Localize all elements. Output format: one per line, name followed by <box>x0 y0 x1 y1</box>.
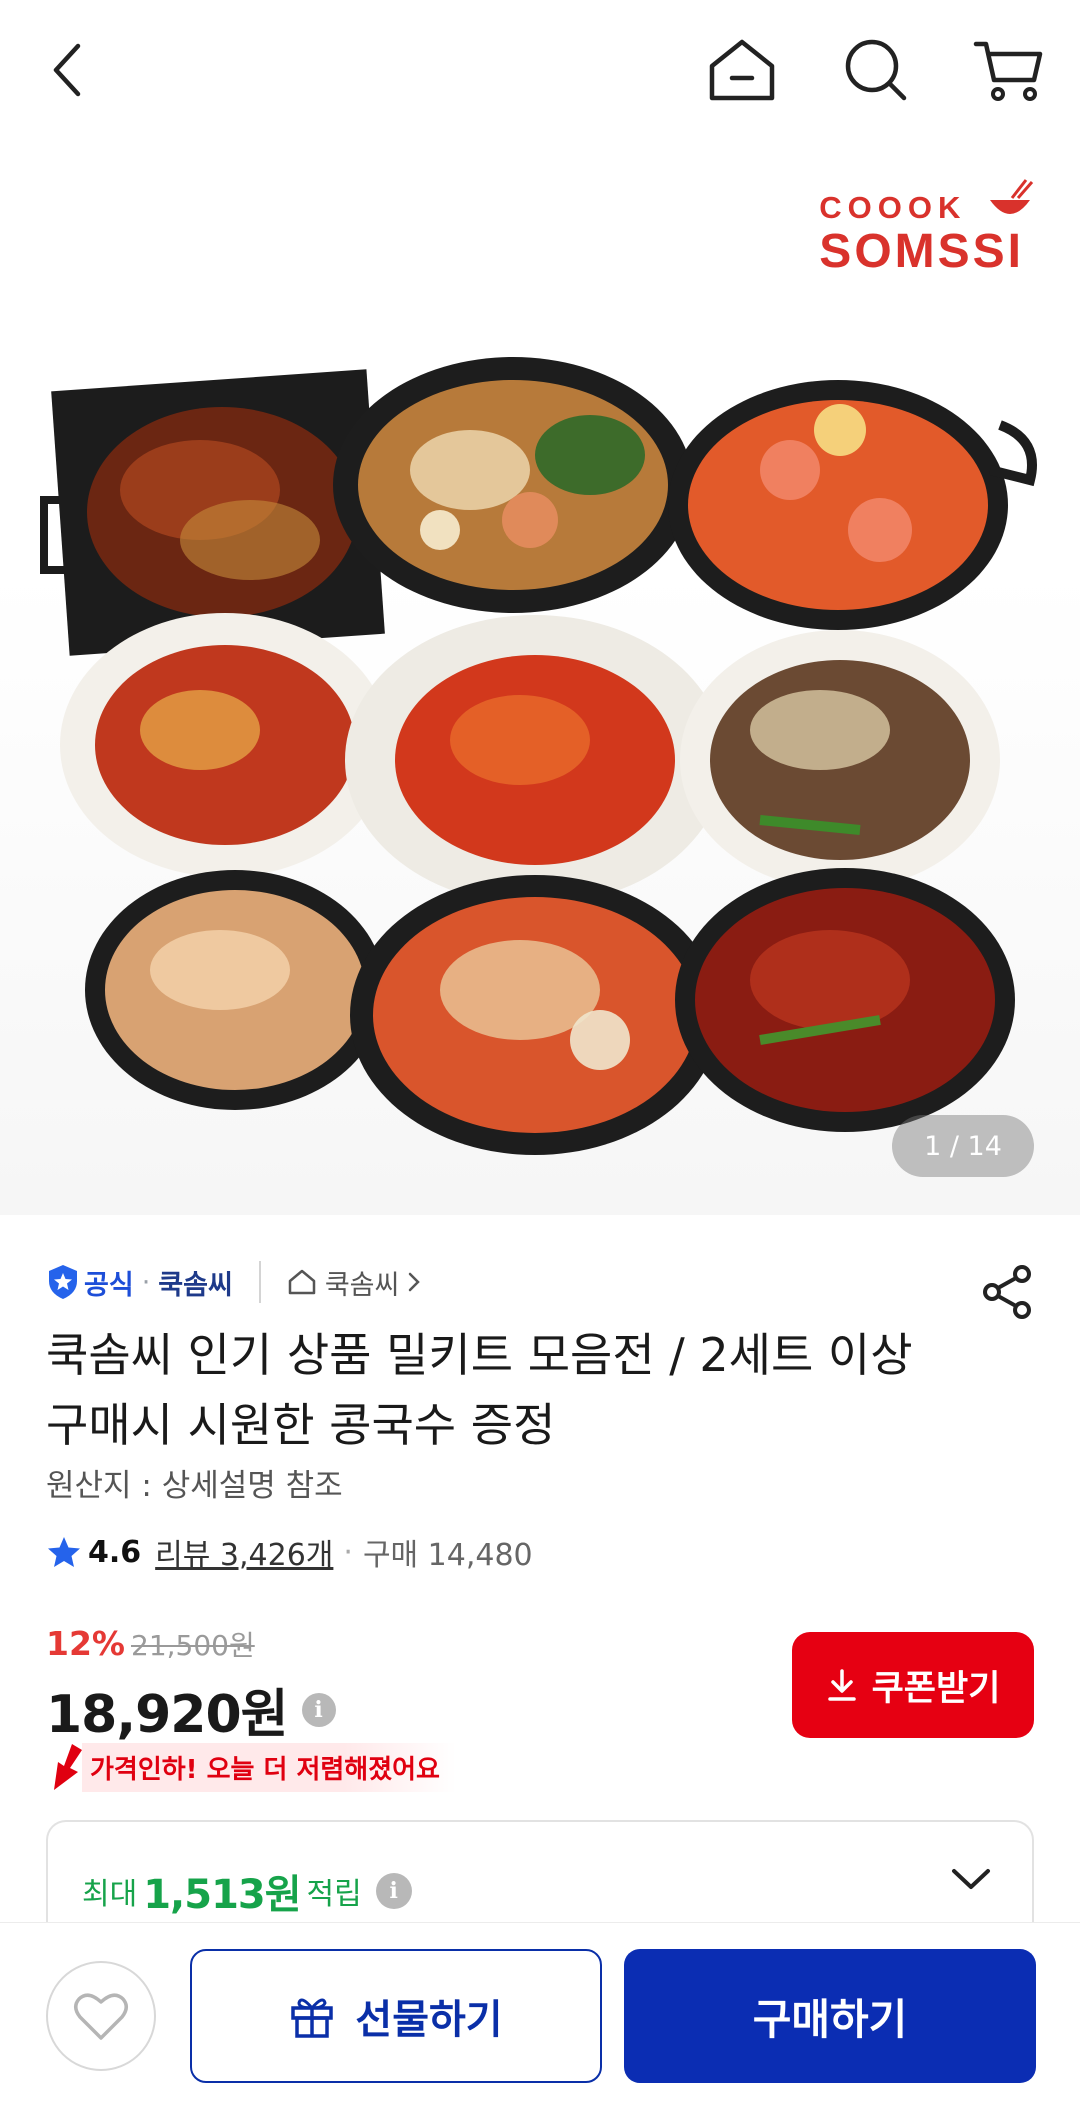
origin-info: 원산지 : 상세설명 참조 <box>46 1468 343 1504</box>
coupon-label: 쿠폰받기 <box>871 1668 1001 1709</box>
wishlist-button[interactable] <box>46 1961 156 2071</box>
search-icon <box>845 39 907 101</box>
points-prefix: 최대 <box>82 1877 138 1912</box>
home-button[interactable] <box>702 30 782 110</box>
divider <box>258 1261 261 1303</box>
seller-name-link[interactable]: 쿡솜씨 <box>158 1263 233 1302</box>
top-app-bar <box>0 0 1080 140</box>
bottom-action-bar: 선물하기 구매하기 <box>0 1922 1080 2107</box>
buy-button[interactable]: 구매하기 <box>624 1949 1036 2083</box>
rating-row: 4.6 리뷰 3,426개 · 구매 14,480 <box>46 1530 533 1574</box>
heart-icon <box>74 1993 128 2040</box>
points-amount: 1,513원 <box>143 1872 301 1918</box>
official-badge: 공식 <box>46 1263 134 1302</box>
cart-button[interactable] <box>968 30 1048 110</box>
price-drop-banner: 가격인하! 오늘 더 저렴해졌어요 <box>44 1742 456 1792</box>
home-icon <box>709 39 775 101</box>
cart-icon <box>973 41 1043 101</box>
product-image-carousel[interactable]: COOOK SOMSSI 1 / 14 <box>0 140 1080 1215</box>
rating-separator: · <box>343 1534 353 1570</box>
rating-score: 4.6 <box>88 1534 142 1570</box>
food-dishes-image <box>40 357 1037 1155</box>
price-drop-text: 가격인하! 오늘 더 저렴해졌어요 <box>82 1742 456 1792</box>
reviews-link[interactable]: 리뷰 3,426개 <box>155 1530 333 1574</box>
image-counter: 1 / 14 <box>892 1115 1034 1177</box>
gift-label: 선물하기 <box>355 1997 503 2043</box>
shield-check-icon <box>49 1265 77 1299</box>
store-link[interactable]: 쿡솜씨 <box>287 1263 424 1302</box>
share-icon <box>983 1265 1031 1319</box>
price-row: 18,920원 i <box>46 1672 336 1747</box>
gift-button[interactable]: 선물하기 <box>190 1949 602 2083</box>
chevron-right-icon <box>409 1272 421 1292</box>
seller-separator: · <box>141 1266 151 1298</box>
chevron-left-icon <box>53 43 81 97</box>
points-info-icon[interactable]: i <box>375 1873 412 1909</box>
share-button[interactable] <box>978 1262 1038 1322</box>
search-button[interactable] <box>836 30 916 110</box>
seller-row: 공식 · 쿡솜씨 쿡솜씨 <box>46 1258 423 1306</box>
coupon-download-button[interactable]: 쿠폰받기 <box>792 1632 1034 1738</box>
discount-percent: 12% <box>46 1624 125 1663</box>
points-text: 최대 1,513원 적립 i <box>82 1862 412 1920</box>
store-link-label: 쿡솜씨 <box>324 1269 400 1301</box>
sale-price: 18,920원 <box>46 1685 289 1745</box>
gift-icon <box>291 1998 334 2038</box>
original-price: 21,500원 <box>131 1629 255 1662</box>
home-outline-icon <box>288 1269 316 1295</box>
product-detail-page: COOOK SOMSSI 1 / 14 공식 · 쿡솜씨 쿡솜씨 쿡솜씨 인기 … <box>0 0 1080 2107</box>
product-title: 쿡솜씨 인기 상품 밀키트 모음전 / 2세트 이상 구매시 시원한 콩국수 증… <box>46 1328 913 1452</box>
purchase-count: 구매 14,480 <box>362 1538 533 1573</box>
star-icon <box>48 1537 80 1567</box>
chevron-down-icon[interactable] <box>950 1866 992 1892</box>
price-info-icon[interactable]: i <box>301 1692 336 1727</box>
back-button[interactable] <box>28 30 108 110</box>
discount-row: 12% 21,500원 <box>46 1624 255 1664</box>
points-suffix: 적립 <box>306 1877 362 1912</box>
official-label: 공식 <box>84 1269 134 1301</box>
download-icon <box>827 1669 856 1701</box>
